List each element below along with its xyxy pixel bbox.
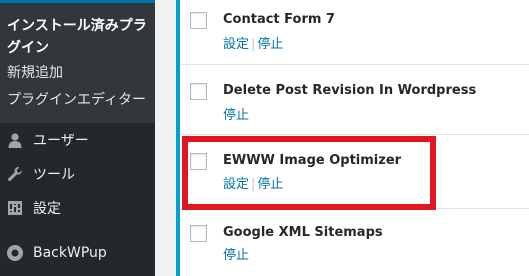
row-divider xyxy=(180,64,529,65)
plugin-deactivate-link[interactable]: 停止 xyxy=(223,108,249,123)
settings-icon xyxy=(0,191,30,225)
action-separator: | xyxy=(251,37,256,52)
plugin-actions: 停止 xyxy=(223,248,249,264)
sidebar-item-tools[interactable]: ツール xyxy=(0,157,155,191)
plugin-checkbox[interactable] xyxy=(190,225,207,242)
plugin-actions: 停止 xyxy=(223,108,249,124)
user-icon xyxy=(0,123,30,157)
sidebar-item-settings[interactable]: 設定 xyxy=(0,191,155,225)
plugin-checkbox[interactable] xyxy=(190,83,207,100)
submenu-item-installed-plugins[interactable]: インストール済みプラ グイン xyxy=(7,15,153,59)
sidebar-item-label: ツール xyxy=(33,167,75,183)
plugin-actions: 設定 | 停止 xyxy=(223,37,283,53)
submenu-item-plugin-editor[interactable]: プラグインエディター xyxy=(7,90,146,110)
submenu-item-add-new[interactable]: 新規追加 xyxy=(7,63,63,83)
sidebar-item-label: BackWPup xyxy=(33,245,107,261)
backwpup-icon xyxy=(0,236,30,270)
plugin-name: Contact Form 7 xyxy=(223,12,335,27)
highlight-annotation xyxy=(182,136,436,210)
wrench-icon xyxy=(0,157,30,191)
sidebar-item-label: 設定 xyxy=(33,201,61,217)
plugin-deactivate-link[interactable]: 停止 xyxy=(223,248,249,263)
sidebar-item-backwpup[interactable]: BackWPup xyxy=(0,236,155,270)
sidebar-item-label: ユーザー xyxy=(33,133,89,149)
plugin-name: Delete Post Revision In Wordpress xyxy=(223,83,477,98)
plugin-checkbox[interactable] xyxy=(190,12,207,29)
plugin-deactivate-link[interactable]: 停止 xyxy=(257,37,283,52)
admin-sidebar: インストール済みプラ グイン 新規追加 プラグインエディター ユーザー ツール … xyxy=(0,0,155,276)
sidebar-item-users[interactable]: ユーザー xyxy=(0,123,155,157)
submenu-top-border xyxy=(0,0,155,3)
plugin-settings-link[interactable]: 設定 xyxy=(223,37,249,52)
plugins-submenu: インストール済みプラ グイン 新規追加 プラグインエディター xyxy=(0,0,155,123)
plugin-name: Google XML Sitemaps xyxy=(223,225,383,240)
row-divider xyxy=(180,134,529,135)
